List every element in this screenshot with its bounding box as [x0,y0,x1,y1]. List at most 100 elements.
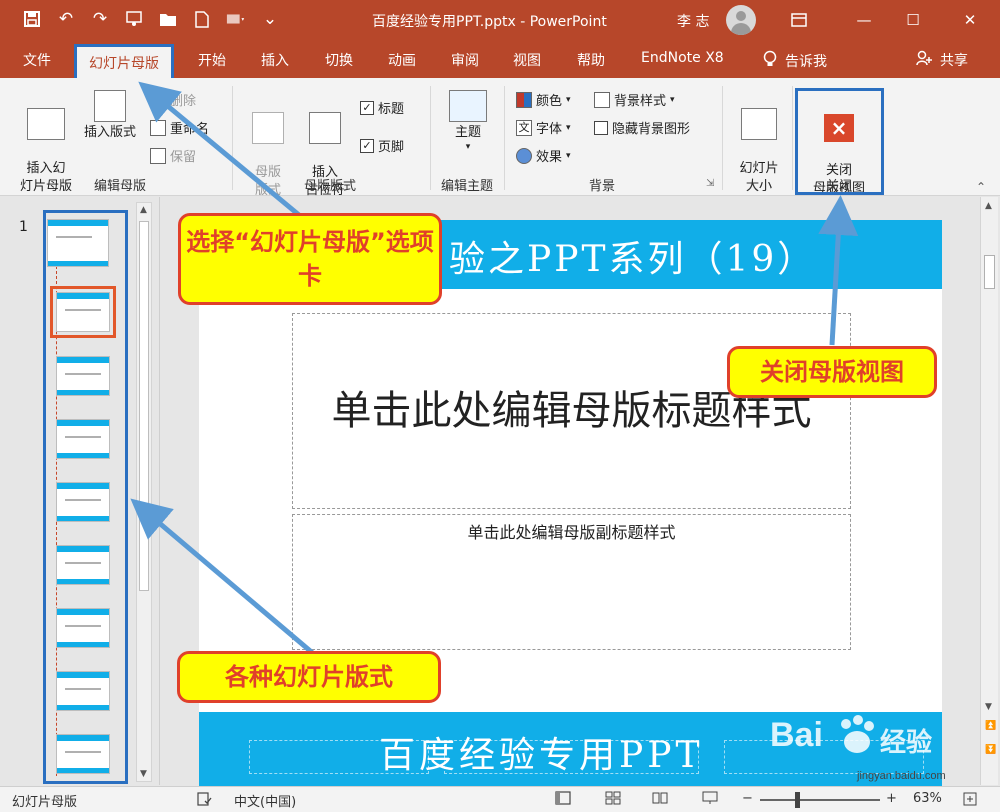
tab-view[interactable]: 视图 [513,50,541,70]
present-icon[interactable] [124,8,144,30]
group-label-edit-theme: 编辑主题 [440,179,493,194]
tell-me-label: 告诉我 [785,54,827,70]
next-slide-icon[interactable]: ⏬ [985,745,996,755]
insert-layout-icon [94,90,126,122]
dropdown-icon: ▾ [670,94,675,105]
maximize-icon[interactable]: ☐ [898,8,928,32]
insert-layout-button[interactable]: 插入版式 [78,90,142,142]
group-label-background: 背景 [588,179,615,194]
zoom-slider-thumb[interactable] [795,792,800,808]
rename-button[interactable]: 重命名 [150,118,209,137]
footer-placeholder[interactable] [444,740,699,774]
date-placeholder[interactable] [249,740,429,774]
slide-size-icon [741,108,777,140]
paw-icon [836,714,876,760]
master-layout-icon [252,112,284,144]
group-label-master-layout: 母版版式 [303,179,356,194]
scroll-down-icon[interactable]: ▼ [985,702,992,712]
status-bar: 幻灯片母版 中文(中国) − + 63% [0,786,1000,812]
slide-sorter-icon[interactable] [605,791,621,809]
tab-slide-master[interactable]: 幻灯片母版 [74,44,174,78]
effects-button[interactable]: 效果 ▾ [516,146,571,165]
avatar[interactable] [726,5,756,35]
tell-me-box[interactable]: 告诉我 [763,50,827,72]
shape-icon[interactable] [226,8,246,30]
redo-icon[interactable]: ↷ [90,8,110,30]
footers-checkbox[interactable]: ✓ 页脚 [360,136,404,155]
hide-background-checkbox[interactable]: 隐藏背景图形 [594,118,690,137]
open-folder-icon[interactable] [158,8,178,30]
customize-icon[interactable]: ⌄ [260,8,280,30]
slide-number: 1 [19,219,28,235]
fonts-icon: 文 [516,119,532,136]
background-styles-button[interactable]: 背景样式 ▾ [594,90,675,109]
collapse-ribbon-icon[interactable]: ⌃ [976,180,986,194]
thumbnails-highlight [43,210,128,784]
zoom-level[interactable]: 63% [913,791,942,806]
dropdown-icon: ▾ [566,150,571,161]
title-bar: ↶ ↷ ⌄ 百度经验专用PPT.pptx - PowerPoint 李 志 — … [0,0,1000,40]
tab-transitions[interactable]: 切换 [325,50,353,70]
insert-slide-master-icon [27,108,65,140]
fit-to-window-icon[interactable] [962,791,978,811]
new-file-icon[interactable] [192,8,212,30]
lightbulb-icon [763,50,777,72]
dialog-launcher-icon[interactable]: ⇲ [706,178,714,189]
tab-file[interactable]: 文件 [23,50,51,70]
spell-check-icon[interactable] [196,791,212,811]
minimize-icon[interactable]: — [849,8,879,32]
checkbox-unchecked-icon [594,120,608,135]
effects-icon [516,147,532,164]
callout-layouts: 各种幻灯片版式 [177,651,441,703]
preserve-button[interactable]: 保留 [150,146,196,165]
share-button[interactable]: 共享 [916,50,968,70]
title-checkbox[interactable]: ✓ 标题 [360,98,404,117]
quick-access-toolbar: ↶ ↷ ⌄ [22,8,280,30]
previous-slide-icon[interactable]: ⏫ [985,721,996,731]
zoom-out-icon[interactable]: − [742,791,753,806]
pin-icon [150,147,166,164]
tab-endnote[interactable]: EndNote X8 [641,50,724,66]
scroll-up-icon[interactable]: ▲ [140,205,147,215]
window-title: 百度经验专用PPT.pptx - PowerPoint [372,14,607,30]
slide-scrollbar[interactable]: ▲ ▼ ⏫ ⏬ [980,197,998,785]
tab-insert[interactable]: 插入 [261,50,289,70]
delete-button[interactable]: 删除 [150,90,196,109]
ribbon-tabs: 文件 幻灯片母版 开始 插入 切换 动画 审阅 视图 帮助 EndNote X8… [0,40,1000,78]
checkbox-checked-icon: ✓ [360,100,374,115]
normal-view-icon[interactable] [555,791,571,809]
title-placeholder[interactable]: 单击此处编辑母版标题样式 [292,313,851,509]
rename-icon [150,119,166,136]
scroll-down-icon[interactable]: ▼ [140,769,147,779]
slideshow-icon[interactable] [702,791,718,809]
tab-help[interactable]: 帮助 [577,50,605,70]
delete-icon [150,91,166,108]
colors-button[interactable]: 颜色 ▾ [516,90,571,109]
subtitle-placeholder[interactable]: 单击此处编辑母版副标题样式 [292,514,851,650]
language[interactable]: 中文(中国) [234,791,296,810]
close-group-highlight [795,88,884,195]
group-label-edit-master: 编辑母版 [93,179,146,194]
fonts-button[interactable]: 文 字体 ▾ [516,118,571,137]
undo-icon[interactable]: ↶ [56,8,76,30]
callout-close-view: 关闭母版视图 [727,346,937,398]
watermark-url: jingyan.baidu.com [857,770,946,782]
scrollbar-thumb[interactable] [139,221,149,591]
zoom-slider[interactable] [760,799,880,801]
dropdown-icon: ▾ [465,142,471,152]
close-icon[interactable]: ✕ [955,8,985,32]
ribbon-display-options-icon[interactable] [784,8,814,32]
insert-placeholder-icon [309,112,341,144]
tab-animations[interactable]: 动画 [388,50,416,70]
scrollbar-thumb[interactable] [984,255,995,289]
user-name[interactable]: 李 志 [677,11,709,31]
zoom-in-icon[interactable]: + [886,791,897,806]
tab-review[interactable]: 审阅 [451,50,479,70]
thumbnail-scrollbar[interactable]: ▲ ▼ [136,202,152,782]
scroll-up-icon[interactable]: ▲ [985,201,992,211]
themes-button[interactable]: 主题 ▾ [440,90,496,152]
tab-home[interactable]: 开始 [198,50,226,70]
group-label-size: 大小 [745,179,772,194]
save-icon[interactable] [22,8,42,30]
reading-view-icon[interactable] [652,791,668,809]
